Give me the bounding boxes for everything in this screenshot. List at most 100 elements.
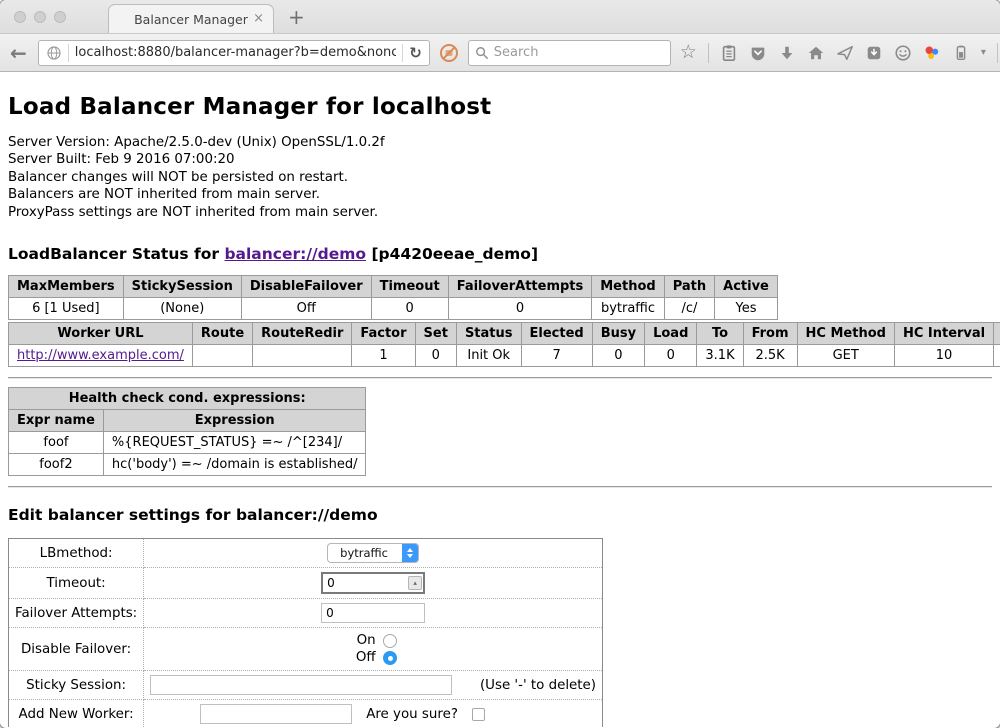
page-content: Load Balancer Manager for localhost Serv… (0, 72, 1000, 727)
column-header: Load (645, 323, 697, 345)
health-row: foof2 hc('body') =~ /domain is establish… (9, 454, 366, 476)
globe-icon (46, 45, 62, 61)
table-cell: Yes (715, 298, 778, 320)
radio-off[interactable] (383, 651, 397, 665)
sticky-session-label: Sticky Session: (9, 671, 144, 700)
expression-cell: hc('body') =~ /domain is established/ (103, 454, 366, 476)
traffic-lights (14, 11, 66, 23)
column-header: Expr name (9, 410, 104, 432)
timeout-label: Timeout: (9, 568, 144, 599)
balancer-header-row: MaxMembersStickySessionDisableFailoverTi… (9, 276, 778, 298)
add-worker-row: Add New Worker: Are you sure? (9, 700, 603, 727)
column-header: Active (715, 276, 778, 298)
window-minimize-button[interactable] (34, 11, 46, 23)
column-header: Elected (521, 323, 592, 345)
worker-url-link[interactable]: http://www.example.com/ (17, 348, 184, 363)
failover-attempts-label: Failover Attempts: (9, 599, 144, 628)
failover-attempts-input[interactable] (321, 603, 425, 623)
table-cell: 0 (371, 298, 448, 320)
status-heading-suffix: [p4420eeae_demo] (366, 245, 538, 263)
column-header: StickySession (123, 276, 241, 298)
sticky-delete-hint: (Use '-' to delete) (480, 678, 596, 693)
column-header: HC Method (797, 323, 894, 345)
reload-icon[interactable]: ↻ (409, 44, 422, 62)
column-header: Factor (352, 323, 415, 345)
home-icon[interactable] (807, 44, 825, 62)
table-cell: 6 [1 Used] (9, 298, 124, 320)
health-title-row: Health check cond. expressions: (9, 388, 366, 410)
radio-off-label: Off (350, 649, 376, 666)
column-header: Method (592, 276, 664, 298)
browser-tab[interactable]: Balancer Manager × (108, 4, 274, 33)
edit-settings-heading: Edit balancer settings for balancer://de… (8, 506, 992, 524)
clipboard-icon[interactable] (720, 44, 738, 62)
new-tab-button[interactable]: + (288, 5, 305, 29)
send-plane-icon[interactable] (836, 44, 854, 62)
worker-header-row: Worker URLRouteRouteRedirFactorSetStatus… (9, 323, 1000, 345)
column-header: Status (456, 323, 521, 345)
table-cell: 0 (415, 345, 456, 367)
table-cell: 7 (521, 345, 592, 367)
lbmethod-selected-value: bytraffic (328, 546, 402, 560)
address-input[interactable] (75, 45, 396, 60)
health-table-title: Health check cond. expressions: (9, 388, 366, 410)
table-cell (192, 345, 252, 367)
column-header: HC Interval (894, 323, 993, 345)
are-you-sure-checkbox[interactable] (472, 708, 485, 721)
table-cell: 2.5K (743, 345, 797, 367)
download-arrow-icon[interactable] (778, 44, 796, 62)
table-cell: 1 (352, 345, 415, 367)
pocket-icon[interactable] (749, 44, 767, 62)
radio-on[interactable] (383, 634, 397, 648)
column-header: From (743, 323, 797, 345)
column-header: Set (415, 323, 456, 345)
health-header-row: Expr nameExpression (9, 410, 366, 432)
search-bar[interactable] (468, 40, 671, 66)
search-input[interactable] (494, 45, 664, 60)
url-bar[interactable]: ↻ (38, 40, 430, 66)
bookmark-star-icon[interactable]: ☆ (680, 43, 697, 62)
column-header: Path (664, 276, 714, 298)
browser-window: Balancer Manager × + ← ↻ ☆ (0, 0, 1000, 728)
window-zoom-button[interactable] (54, 11, 66, 23)
server-version-line: Server Version: Apache/2.5.0-dev (Unix) … (8, 134, 992, 151)
disable-failover-row: Disable Failover: On Off (9, 628, 603, 671)
disable-failover-value-cell: On Off (144, 628, 603, 671)
select-stepper-icon (402, 543, 418, 563)
worker-data-row: http://www.example.com/ 10Init Ok7003.1K… (9, 345, 1000, 367)
lbmethod-select[interactable]: bytraffic (327, 543, 419, 563)
smiley-icon[interactable] (894, 44, 912, 62)
add-worker-label: Add New Worker: (9, 700, 144, 727)
table-cell: Init Ok (456, 345, 521, 367)
table-cell: 3.1K (697, 345, 743, 367)
column-header: MaxMembers (9, 276, 124, 298)
worker-table: Worker URLRouteRouteRedirFactorSetStatus… (8, 322, 1000, 367)
column-header: Worker URL (9, 323, 193, 345)
page-title: Load Balancer Manager for localhost (8, 94, 992, 120)
battery-extension-icon[interactable] (952, 44, 970, 62)
sticky-session-input[interactable] (150, 675, 452, 695)
table-cell: 0 (592, 345, 644, 367)
column-header: FailoverAttempts (448, 276, 592, 298)
column-header: RouteRedir (253, 323, 352, 345)
lbmethod-value-cell: bytraffic (144, 539, 603, 568)
window-close-button[interactable] (14, 11, 26, 23)
column-header: Passes (994, 323, 1000, 345)
table-cell: 0 (645, 345, 697, 367)
add-worker-input[interactable] (200, 704, 352, 724)
balancer-data-row: 6 [1 Used](None)Off00bytraffic/c/Yes (9, 298, 778, 320)
expr-name-cell: foof2 (9, 454, 104, 476)
tab-title: Balancer Manager (134, 12, 248, 27)
balancer-demo-link[interactable]: balancer://demo (224, 245, 366, 263)
tab-close-icon[interactable]: × (253, 11, 264, 26)
column-header: Timeout (371, 276, 448, 298)
pocket-square-icon[interactable] (865, 44, 883, 62)
number-spinner-icon[interactable]: ▴ (408, 576, 422, 590)
chevron-down-icon[interactable]: ▾ (981, 47, 986, 58)
back-icon[interactable]: ← (10, 43, 27, 63)
column-header: Expression (103, 410, 366, 432)
window-titlebar: Balancer Manager × + (0, 0, 1000, 33)
color-dots-extension-icon[interactable] (923, 44, 941, 62)
blocked-content-icon[interactable] (439, 43, 459, 63)
sticky-session-row: Sticky Session: (Use '-' to delete) (9, 671, 603, 700)
